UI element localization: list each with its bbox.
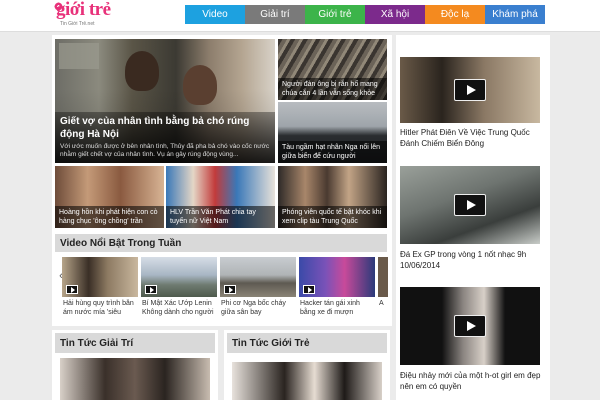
video-thumbnail xyxy=(378,257,388,297)
video-card[interactable]: Hải hùng quy trình bắn ám nước mía 'siêu xyxy=(62,257,138,321)
feature-image-sign xyxy=(59,43,99,69)
entertainment-title[interactable]: Tin Tức Giải Trí xyxy=(60,338,133,349)
side-story[interactable]: Tàu ngầm hạt nhân Nga nổi lên giữa biển … xyxy=(278,102,387,163)
story-caption: Tàu ngầm hạt nhân Nga nổi lên giữa biển … xyxy=(278,141,387,163)
right-video-thumbnail[interactable] xyxy=(400,57,540,123)
video-card[interactable]: A xyxy=(378,257,388,321)
nav-kham-pha[interactable]: Khám phá xyxy=(485,5,545,24)
video-card[interactable]: Phi cơ Nga bốc cháy giữa sân bay xyxy=(220,257,296,321)
play-icon xyxy=(145,285,157,294)
right-video-thumbnail[interactable] xyxy=(400,166,540,244)
story-image xyxy=(232,362,382,400)
row-story[interactable]: Hoàng hồn khi phát hiện con cò hàng chục… xyxy=(55,166,164,228)
logo-subtext: Tin Giới Trẻ.net xyxy=(60,21,95,27)
video-card[interactable]: Hacker tán gái xinh bằng xe đi mượn xyxy=(299,257,375,321)
site-logo[interactable]: giới trẻ Tin Giới Trẻ.net xyxy=(54,0,120,28)
story-caption: Hoàng hồn khi phát hiện con cò hàng chục… xyxy=(55,206,164,228)
video-section-header: Video Nổi Bật Trong Tuần xyxy=(55,234,387,252)
video-label: A xyxy=(379,300,384,307)
main-nav: Video Giải trí Giới trẻ Xã hội Độc lạ Kh… xyxy=(185,5,545,24)
youth-title[interactable]: Tin Tức Giới Trẻ xyxy=(232,338,310,349)
video-label: Phi cơ Nga bốc cháy giữa sân bay xyxy=(221,300,286,316)
story-caption: Phóng viên quốc tế bật khóc khi xem clip… xyxy=(278,206,387,228)
feature-caption: Giết vợ của nhân tình bằng bả chó rúng đ… xyxy=(55,112,275,163)
video-thumbnail xyxy=(220,257,296,297)
play-icon[interactable] xyxy=(454,79,486,101)
youth-header: Tin Tức Giới Trẻ xyxy=(227,333,387,353)
play-icon xyxy=(303,285,315,294)
play-icon[interactable] xyxy=(454,194,486,216)
feature-story[interactable]: Giết vợ của nhân tình bằng bả chó rúng đ… xyxy=(55,39,275,163)
play-icon xyxy=(66,285,78,294)
feature-image-person xyxy=(125,51,159,91)
story-caption: Người đàn ông bị rắn hổ mang chúa cắn 4 … xyxy=(278,78,387,100)
entertainment-thumbnail[interactable] xyxy=(60,358,210,400)
story-caption: HLV Trần Văn Phát chia tay tuyển nữ Việt… xyxy=(166,206,275,228)
feature-image-person xyxy=(183,65,217,105)
video-label: Hải hùng quy trình bắn ám nước mía 'siêu xyxy=(63,300,134,316)
story-image xyxy=(60,358,210,400)
right-video-title[interactable]: Đá Ex GP trong vòng 1 nốt nhạc 9h 10/06/… xyxy=(400,249,550,271)
nav-gioi-tre[interactable]: Giới trẻ xyxy=(305,5,365,24)
play-icon xyxy=(224,285,236,294)
feature-summary: Với ước muốn được ở bên nhân tình, Thủy … xyxy=(60,143,270,158)
video-thumbnail xyxy=(141,257,217,297)
right-video-thumbnail[interactable] xyxy=(400,287,540,365)
nav-doc-la[interactable]: Độc lạ xyxy=(425,5,485,24)
nav-xa-hoi[interactable]: Xã hội xyxy=(365,5,425,24)
video-label: Hacker tán gái xinh bằng xe đi mượn xyxy=(300,300,360,316)
side-story[interactable]: Người đàn ông bị rắn hổ mang chúa cắn 4 … xyxy=(278,39,387,100)
site-header: giới trẻ Tin Giới Trẻ.net Video Giải trí… xyxy=(0,0,600,32)
row-story[interactable]: HLV Trần Văn Phát chia tay tuyển nữ Việt… xyxy=(166,166,275,228)
video-thumbnail xyxy=(299,257,375,297)
youth-thumbnail[interactable] xyxy=(232,362,382,400)
right-video-title[interactable]: Hitler Phát Điên Về Việc Trung Quốc Đánh… xyxy=(400,127,550,149)
feature-title[interactable]: Giết vợ của nhân tình bằng bả chó rúng đ… xyxy=(60,115,270,141)
right-video-title[interactable]: Điệu nhảy mới của một h-ot girl em đẹp n… xyxy=(400,370,550,392)
row-story[interactable]: Phóng viên quốc tế bật khóc khi xem clip… xyxy=(278,166,387,228)
video-label: Bí Mật Xác Ướp Lenin Không dành cho ngườ… xyxy=(142,300,214,316)
logo-text: giới trẻ xyxy=(56,0,111,20)
nav-video[interactable]: Video xyxy=(185,5,245,24)
entertainment-header: Tin Tức Giải Trí xyxy=(55,333,215,353)
play-icon[interactable] xyxy=(454,315,486,337)
nav-giai-tri[interactable]: Giải trí xyxy=(245,5,305,24)
video-card[interactable]: Bí Mật Xác Ướp Lenin Không dành cho ngườ… xyxy=(141,257,217,321)
video-thumbnail xyxy=(62,257,138,297)
video-section-title: Video Nổi Bật Trong Tuần xyxy=(60,237,182,249)
